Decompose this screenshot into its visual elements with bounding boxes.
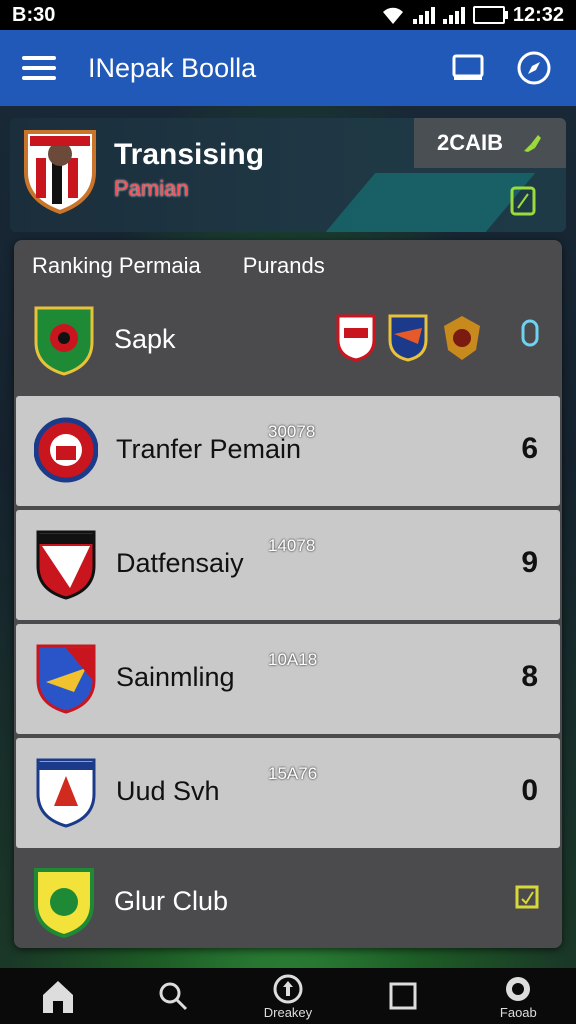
club-crest-icon — [34, 306, 94, 376]
hero-decoration — [324, 173, 536, 232]
row-value: 15A76 — [268, 764, 318, 783]
compass-button[interactable] — [514, 48, 554, 88]
list-item[interactable]: 14078 Datfensaiy 9 — [16, 510, 560, 620]
nav-label: Dreakey — [263, 1004, 313, 1020]
window-icon — [452, 54, 484, 80]
row-name: Sainmling — [116, 662, 235, 692]
hero-subtitle: Pamian — [114, 176, 189, 201]
club-crest-icon — [24, 130, 96, 214]
row-number: 9 — [521, 546, 538, 579]
status-icons: 12:32 — [381, 4, 564, 27]
window-button[interactable] — [448, 48, 488, 88]
list-item[interactable]: 15A76 Uud Svh 0 — [16, 738, 560, 848]
row-number: 6 — [521, 432, 538, 465]
tab-purands[interactable]: Purands — [243, 253, 325, 279]
row-number: 8 — [521, 660, 538, 693]
row-name: Glur Club — [114, 886, 229, 916]
club-crest-icon — [36, 644, 96, 714]
note-icon — [515, 885, 539, 909]
hero-title: Transising — [114, 138, 265, 171]
home-icon — [42, 981, 73, 1013]
bottom-nav: Dreakey Faoab — [0, 968, 576, 1024]
app-bar: INepak Boolla — [0, 30, 576, 106]
row-value: 14078 — [268, 536, 316, 555]
badge-icon — [521, 319, 539, 347]
status-time: 12:32 — [512, 3, 564, 26]
search-icon — [159, 982, 187, 1011]
signal-icon — [412, 6, 435, 24]
badge-icon — [444, 316, 480, 360]
nav-dreakey[interactable]: Dreakey — [238, 973, 338, 1020]
hero-card[interactable]: Transising Pamian 2CAIB — [10, 118, 566, 232]
badge-icon — [388, 314, 428, 362]
menu-icon[interactable] — [22, 56, 56, 80]
nav-label: Faoab — [499, 1004, 537, 1020]
club-crest-icon — [34, 868, 94, 938]
nav-home[interactable] — [8, 977, 108, 1015]
club-crest-icon — [36, 530, 96, 600]
status-bar: B:30 12:32 — [0, 0, 576, 30]
club-crest-icon — [36, 758, 96, 828]
nav-square[interactable] — [353, 981, 453, 1011]
hero-chip-label: 2CAIB — [436, 130, 503, 155]
badge-icon — [336, 314, 376, 362]
edit-icon — [524, 135, 541, 152]
compass-icon — [517, 51, 551, 85]
row-number: 0 — [521, 774, 538, 807]
battery-icon — [472, 6, 508, 24]
row-value: 10A18 — [268, 650, 318, 669]
nav-faoab[interactable]: Faoab — [468, 973, 568, 1020]
list-item[interactable]: 30078 Tranfer Pemain 6 — [16, 396, 560, 506]
badge-group — [336, 314, 484, 362]
row-name: Datfensaiy — [116, 548, 244, 578]
row-name: Uud Svh — [116, 776, 220, 806]
ranking-panel: Ranking Permaia Purands Sapk 30078 Tranf… — [14, 240, 562, 948]
status-left-text: B:30 — [12, 3, 56, 26]
nav-search[interactable] — [123, 980, 223, 1012]
hero-chip[interactable]: 2CAIB — [414, 118, 566, 168]
list-item[interactable]: 10A18 Sainmling 8 — [16, 624, 560, 734]
wifi-icon — [382, 7, 403, 24]
club-crest-icon — [34, 417, 98, 483]
list-item[interactable]: Glur Club — [14, 848, 562, 948]
row-name: Sapk — [114, 324, 176, 354]
panel-header: Ranking Permaia Purands — [14, 240, 562, 292]
list-item[interactable]: Sapk — [14, 286, 562, 396]
square-icon — [389, 982, 417, 1010]
row-name: Tranfer Pemain — [116, 434, 302, 464]
upload-icon — [273, 974, 303, 1003]
app-title: INepak Boolla — [88, 52, 257, 83]
tab-ranking[interactable]: Ranking Permaia — [32, 253, 201, 279]
note-icon[interactable] — [510, 186, 536, 216]
settings-icon — [506, 976, 531, 1001]
signal-icon-2 — [442, 6, 465, 24]
